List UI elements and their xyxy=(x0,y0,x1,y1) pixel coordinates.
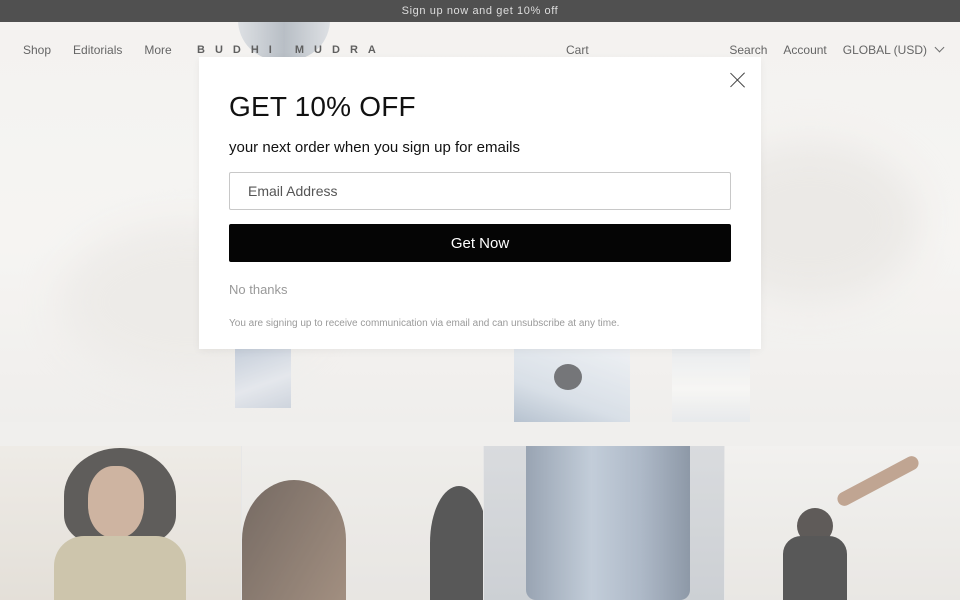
get-now-button[interactable]: Get Now xyxy=(229,224,731,262)
close-icon[interactable] xyxy=(729,71,747,89)
no-thanks-link[interactable]: No thanks xyxy=(229,282,288,297)
email-signup-modal: GET 10% OFF your next order when you sig… xyxy=(199,57,761,349)
legal-disclaimer: You are signing up to receive communicat… xyxy=(229,318,620,329)
email-field[interactable] xyxy=(229,172,731,210)
modal-title: GET 10% OFF xyxy=(229,91,416,122)
modal-subtitle: your next order when you sign up for ema… xyxy=(229,139,520,156)
